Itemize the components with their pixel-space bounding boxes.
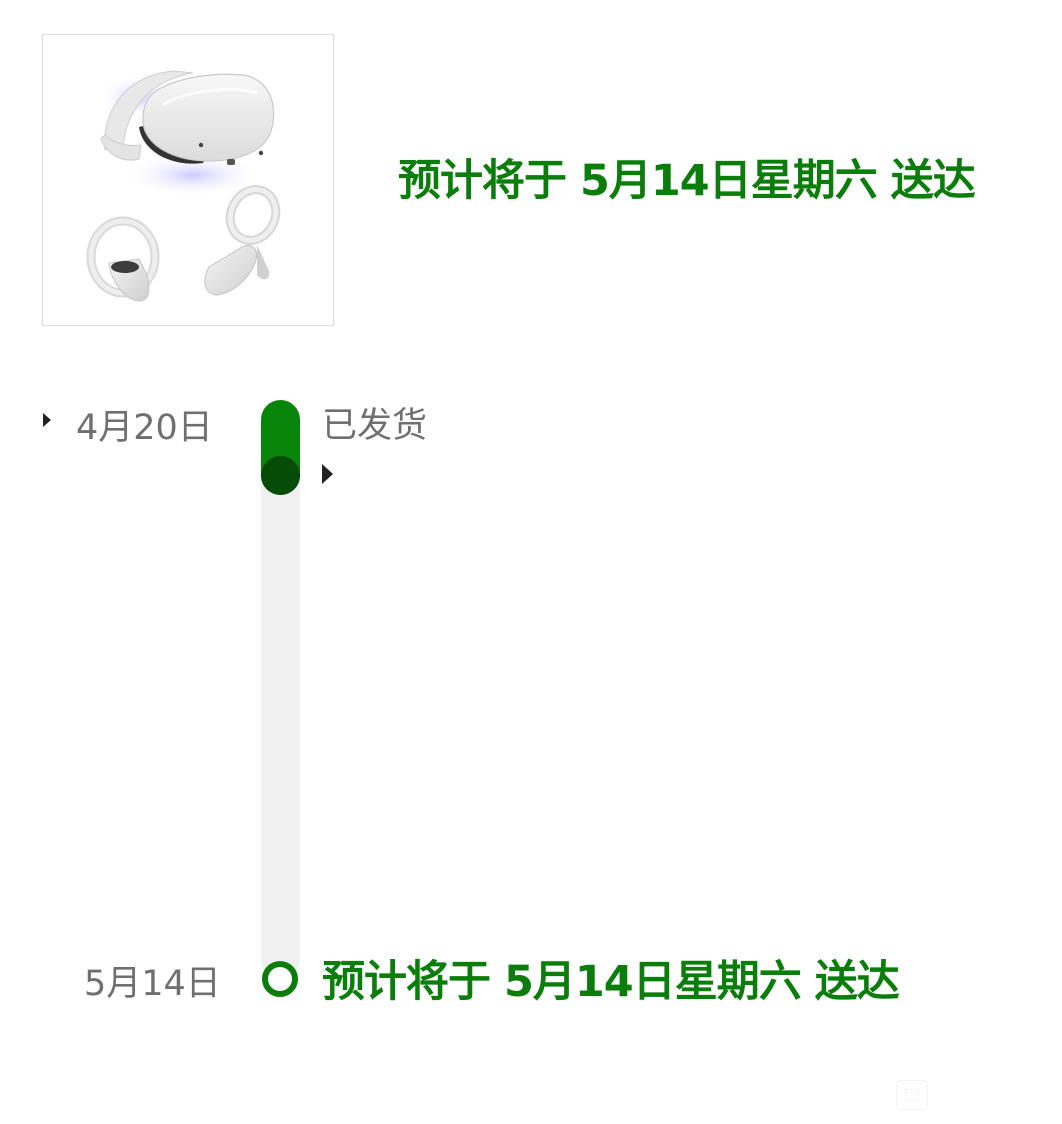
delivery-estimate-status: 预计将于 5月14日星期六 送达 xyxy=(322,957,900,1007)
delivery-node-icon xyxy=(262,961,298,997)
shipped-status: 已发货 xyxy=(322,406,428,446)
timeline-start-date: 4月20日 xyxy=(76,408,213,448)
caret-right-icon[interactable] xyxy=(322,464,333,484)
vr-headset-image xyxy=(86,70,281,302)
caret-right-icon[interactable] xyxy=(43,413,51,427)
progress-marker xyxy=(261,456,300,495)
timeline-end-date: 5月14日 xyxy=(84,964,221,1004)
product-image[interactable] xyxy=(42,34,334,326)
image-placeholder-icon xyxy=(896,1080,928,1110)
estimated-delivery-heading: 预计将于 5月14日星期六 送达 xyxy=(398,156,976,206)
